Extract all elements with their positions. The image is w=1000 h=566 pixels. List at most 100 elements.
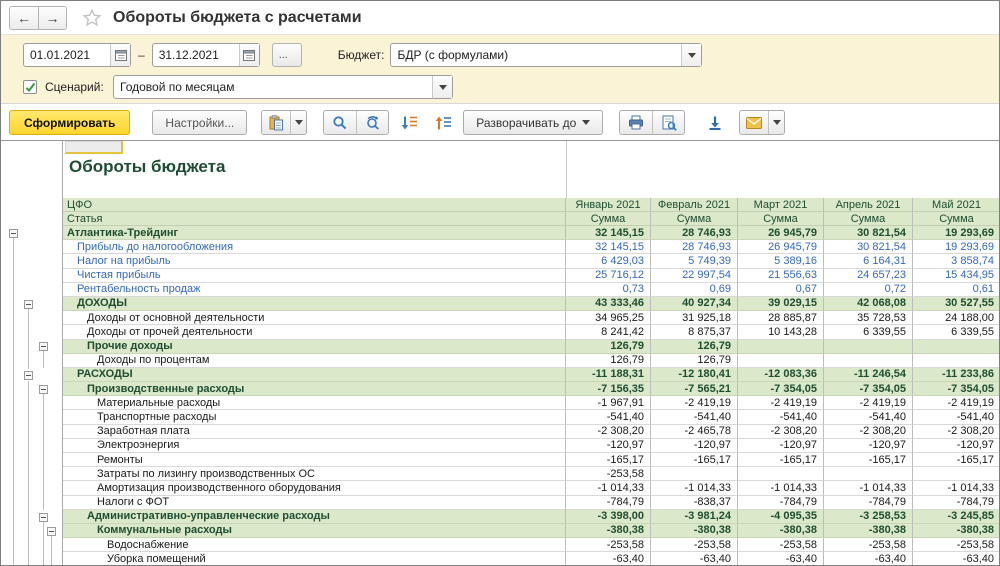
row-label[interactable]: Затраты по лизингу производственных ОС — [63, 467, 566, 481]
date-from-picker-button[interactable] — [110, 44, 130, 66]
value-cell[interactable] — [651, 467, 738, 481]
date-to-value[interactable]: 31.12.2021 — [153, 48, 239, 62]
preview-button[interactable] — [652, 111, 684, 134]
expand-to-button[interactable]: Разворачивать до — [463, 110, 603, 135]
row-label[interactable]: Доходы по процентам — [63, 354, 566, 368]
value-cell[interactable]: -1 014,33 — [566, 481, 651, 495]
value-cell[interactable]: -120,97 — [566, 439, 651, 453]
value-cell[interactable] — [824, 467, 913, 481]
scenario-checkbox[interactable] — [23, 80, 37, 94]
date-to-picker-button[interactable] — [239, 44, 259, 66]
value-cell[interactable]: -165,17 — [651, 453, 738, 467]
value-cell[interactable] — [738, 340, 824, 354]
value-cell[interactable]: -253,58 — [566, 538, 651, 552]
value-cell[interactable]: 6 339,55 — [824, 325, 913, 339]
forward-button[interactable]: → — [38, 7, 66, 29]
value-cell[interactable]: 126,79 — [651, 354, 738, 368]
value-cell[interactable]: 30 821,54 — [824, 240, 913, 254]
value-cell[interactable]: 19 293,69 — [913, 240, 1000, 254]
value-cell[interactable]: -1 014,33 — [913, 481, 1000, 495]
value-cell[interactable]: -380,38 — [651, 524, 738, 538]
value-cell[interactable]: 19 293,69 — [913, 226, 1000, 240]
row-label[interactable]: Заработная плата — [63, 425, 566, 439]
date-from-value[interactable]: 01.01.2021 — [24, 48, 110, 62]
header-cell-sum[interactable]: Сумма — [824, 212, 913, 226]
row-label[interactable]: Прибыль до налогообложения — [63, 240, 566, 254]
value-cell[interactable]: -2 465,78 — [651, 425, 738, 439]
collapse-expander[interactable] — [9, 229, 18, 238]
scenario-value[interactable]: Годовой по месяцам — [114, 80, 432, 94]
copy-button[interactable] — [262, 111, 290, 134]
value-cell[interactable]: -380,38 — [566, 524, 651, 538]
value-cell[interactable]: 39 029,15 — [738, 297, 824, 311]
row-label[interactable]: Доходы от основной деятельности — [63, 311, 566, 325]
value-cell[interactable]: 30 821,54 — [824, 226, 913, 240]
value-cell[interactable]: 6 429,03 — [566, 254, 651, 268]
value-cell[interactable]: 15 434,95 — [913, 269, 1000, 283]
row-label[interactable]: Чистая прибыль — [63, 269, 566, 283]
header-cell-sum[interactable]: Сумма — [738, 212, 824, 226]
header-cell-month[interactable]: Март 2021 — [738, 198, 824, 212]
row-label[interactable]: Амортизация производственного оборудован… — [63, 481, 566, 495]
collapse-expander[interactable] — [24, 300, 33, 309]
value-cell[interactable]: -120,97 — [738, 439, 824, 453]
save-button[interactable] — [701, 110, 729, 135]
row-label[interactable]: Коммунальные расходы — [63, 524, 566, 538]
value-cell[interactable]: -541,40 — [738, 410, 824, 424]
value-cell[interactable]: -63,40 — [738, 552, 824, 566]
row-label[interactable]: Материальные расходы — [63, 396, 566, 410]
value-cell[interactable]: -12 180,41 — [651, 368, 738, 382]
collapse-groups-button[interactable] — [429, 110, 457, 135]
value-cell[interactable] — [824, 354, 913, 368]
value-cell[interactable]: -11 233,86 — [913, 368, 1000, 382]
value-cell[interactable]: 35 728,53 — [824, 311, 913, 325]
value-cell[interactable]: -541,40 — [824, 410, 913, 424]
value-cell[interactable]: -380,38 — [913, 524, 1000, 538]
value-cell[interactable]: 8 241,42 — [566, 325, 651, 339]
value-cell[interactable]: -784,79 — [824, 496, 913, 510]
row-label[interactable]: РАСХОДЫ — [63, 368, 566, 382]
header-cell-sum[interactable]: Сумма — [651, 212, 738, 226]
value-cell[interactable]: 0,61 — [913, 283, 1000, 297]
value-cell[interactable]: -253,58 — [651, 538, 738, 552]
value-cell[interactable]: -2 419,19 — [824, 396, 913, 410]
value-cell[interactable]: -2 419,19 — [738, 396, 824, 410]
budget-dropdown-button[interactable] — [681, 44, 701, 66]
header-cell-cfo[interactable]: ЦФО — [63, 198, 566, 212]
value-cell[interactable]: -11 188,31 — [566, 368, 651, 382]
value-cell[interactable]: 0,72 — [824, 283, 913, 297]
value-cell[interactable]: -3 245,85 — [913, 510, 1000, 524]
value-cell[interactable]: -380,38 — [824, 524, 913, 538]
value-cell[interactable]: -165,17 — [738, 453, 824, 467]
print-button[interactable] — [620, 111, 652, 134]
value-cell[interactable]: -120,97 — [913, 439, 1000, 453]
row-label[interactable]: Атлантика-Трейдинг — [63, 226, 566, 240]
value-cell[interactable]: -63,40 — [651, 552, 738, 566]
value-cell[interactable]: -838,37 — [651, 496, 738, 510]
row-label[interactable]: ДОХОДЫ — [63, 297, 566, 311]
value-cell[interactable]: 0,73 — [566, 283, 651, 297]
value-cell[interactable]: 126,79 — [651, 340, 738, 354]
value-cell[interactable]: -12 083,36 — [738, 368, 824, 382]
value-cell[interactable]: 32 145,15 — [566, 240, 651, 254]
selected-cell-marker[interactable] — [65, 141, 123, 154]
collapse-expander[interactable] — [39, 513, 48, 522]
search-next-button[interactable] — [356, 111, 388, 134]
value-cell[interactable]: 24 657,23 — [824, 269, 913, 283]
value-cell[interactable]: -120,97 — [824, 439, 913, 453]
expand-groups-button[interactable] — [395, 110, 423, 135]
value-cell[interactable]: -7 156,35 — [566, 382, 651, 396]
value-cell[interactable]: 10 143,28 — [738, 325, 824, 339]
value-cell[interactable]: -541,40 — [651, 410, 738, 424]
back-button[interactable]: ← — [10, 7, 38, 29]
row-label[interactable]: Ремонты — [63, 453, 566, 467]
value-cell[interactable] — [913, 467, 1000, 481]
row-label[interactable]: Налоги с ФОТ — [63, 496, 566, 510]
value-cell[interactable]: -2 419,19 — [651, 396, 738, 410]
value-cell[interactable]: -165,17 — [566, 453, 651, 467]
copy-dropdown-button[interactable] — [290, 111, 306, 134]
row-label[interactable]: Производственные расходы — [63, 382, 566, 396]
row-label[interactable]: Доходы от прочей деятельности — [63, 325, 566, 339]
value-cell[interactable]: -2 308,20 — [913, 425, 1000, 439]
value-cell[interactable]: 26 945,79 — [738, 240, 824, 254]
